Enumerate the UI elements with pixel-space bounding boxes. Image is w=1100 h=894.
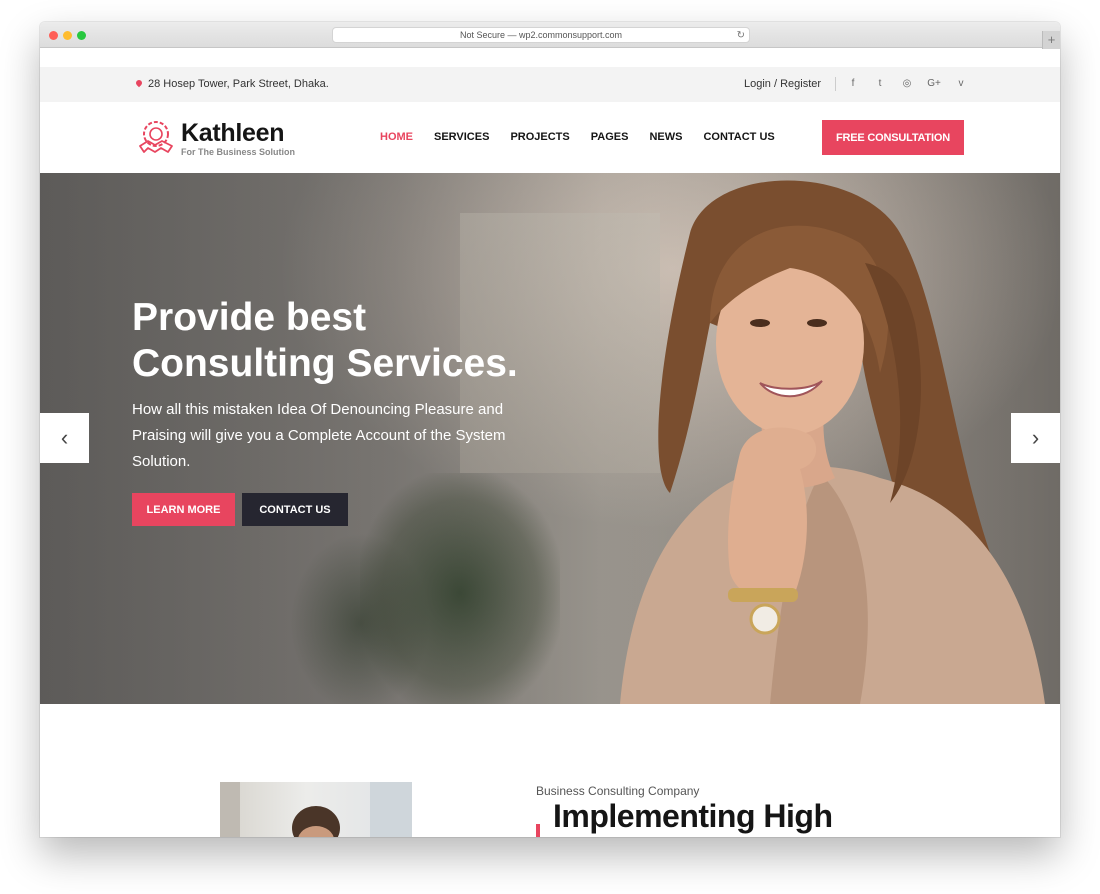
login-register-link[interactable]: Login / Register bbox=[744, 78, 821, 90]
address-text: 28 Hosep Tower, Park Street, Dhaka. bbox=[148, 78, 329, 90]
address-info: 28 Hosep Tower, Park Street, Dhaka. bbox=[136, 78, 329, 90]
nav-services[interactable]: SERVICES bbox=[434, 131, 489, 143]
about-kicker: Business Consulting Company bbox=[536, 784, 700, 798]
hero-woman-image bbox=[620, 180, 1045, 704]
hero-description: How all this mistaken Idea Of Denouncing… bbox=[132, 401, 506, 470]
main-nav: HOME SERVICES PROJECTS PAGES NEWS CONTAC… bbox=[380, 131, 775, 143]
nav-pages[interactable]: PAGES bbox=[591, 131, 629, 143]
address-bar[interactable]: Not Secure — wp2.commonsupport.com ↻ bbox=[332, 27, 750, 43]
new-tab-button[interactable]: + bbox=[1042, 31, 1060, 49]
topbar-divider bbox=[835, 77, 836, 91]
zoom-window-button[interactable] bbox=[77, 31, 86, 40]
url-text: Not Secure — wp2.commonsupport.com bbox=[459, 30, 623, 40]
slider-prev-button[interactable]: ‹ bbox=[40, 413, 89, 463]
chevron-right-icon: › bbox=[1031, 425, 1040, 450]
site-logo[interactable]: Kathleen For The Business Solution bbox=[135, 117, 295, 159]
logo-text: Kathleen For The Business Solution bbox=[181, 120, 295, 157]
reload-icon[interactable]: ↻ bbox=[737, 28, 745, 43]
dribbble-icon[interactable]: ◎ bbox=[900, 78, 914, 89]
logo-tagline: For The Business Solution bbox=[181, 146, 296, 157]
about-image bbox=[220, 782, 412, 837]
hero-title-line-2: Consulting Services. bbox=[132, 342, 518, 385]
vimeo-icon[interactable]: v bbox=[954, 78, 968, 89]
twitter-icon[interactable]: t bbox=[873, 78, 887, 89]
free-consultation-button[interactable]: FREE CONSULTATION bbox=[822, 120, 964, 155]
social-links: f t ◎ G+ v bbox=[846, 78, 968, 89]
hero-slider: Provide best Consulting Services. How al… bbox=[40, 173, 1060, 704]
hero-title-line-1: Provide best bbox=[132, 296, 367, 339]
hero-title: Provide best Consulting Services. bbox=[132, 295, 592, 387]
chevron-left-icon: ‹ bbox=[60, 425, 69, 450]
browser-window: Not Secure — wp2.commonsupport.com ↻ + 2… bbox=[40, 22, 1060, 837]
man-photo-icon bbox=[220, 782, 412, 837]
main-header: Kathleen For The Business Solution HOME … bbox=[40, 102, 1060, 173]
slider-next-button[interactable]: › bbox=[1011, 413, 1060, 463]
about-title: Implementing High bbox=[553, 798, 833, 834]
nav-news[interactable]: NEWS bbox=[649, 131, 682, 143]
nav-contact-us[interactable]: CONTACT US bbox=[703, 131, 774, 143]
about-accent-bar bbox=[536, 824, 540, 837]
handshake-gear-icon bbox=[139, 121, 173, 153]
facebook-icon[interactable]: f bbox=[846, 78, 860, 89]
google-plus-icon[interactable]: G+ bbox=[927, 78, 941, 89]
location-pin-icon bbox=[136, 80, 142, 89]
about-section: Business Consulting Company Implementing… bbox=[40, 704, 1060, 837]
nav-projects[interactable]: PROJECTS bbox=[510, 131, 569, 143]
nav-home[interactable]: HOME bbox=[380, 131, 413, 143]
minimize-window-button[interactable] bbox=[63, 31, 72, 40]
close-window-button[interactable] bbox=[49, 31, 58, 40]
logo-name: Kathleen bbox=[181, 118, 285, 147]
top-info-bar: 28 Hosep Tower, Park Street, Dhaka. Logi… bbox=[40, 67, 1060, 102]
browser-toolbar: Not Secure — wp2.commonsupport.com ↻ + bbox=[40, 22, 1060, 49]
contact-us-button[interactable]: CONTACT US bbox=[242, 493, 348, 526]
learn-more-button[interactable]: LEARN MORE bbox=[132, 493, 235, 526]
